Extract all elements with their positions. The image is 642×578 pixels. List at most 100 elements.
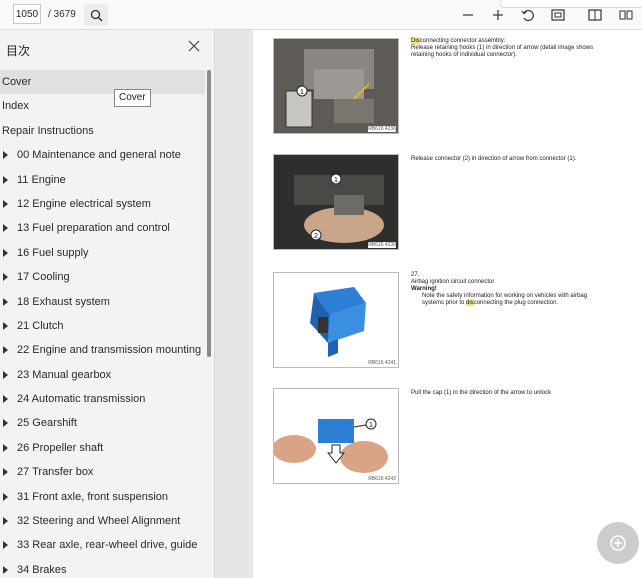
- floating-action-button[interactable]: [597, 522, 639, 564]
- toc-item-label: Index: [2, 100, 29, 113]
- step-line: retaining hooks of individual connector)…: [411, 52, 517, 58]
- figure-connector-assembly: 1 RB616 4236: [273, 38, 399, 134]
- toc-item[interactable]: 34 Brakes: [0, 558, 205, 578]
- toc-item[interactable]: 11 Engine: [0, 168, 205, 192]
- toc-item-label: 23 Manual gearbox: [17, 368, 112, 381]
- sidebar-scrollbar[interactable]: [207, 70, 211, 357]
- expand-arrow-icon[interactable]: [3, 346, 8, 355]
- figure-pull-cap: 1 RB616 4242: [273, 388, 399, 484]
- step-line: Airbag ignition circuit connector: [411, 279, 495, 285]
- figure-code: RB616 4241: [368, 360, 396, 366]
- toc-item-label: 21 Clutch: [17, 319, 64, 332]
- toc-item[interactable]: 21 Clutch: [0, 314, 205, 338]
- sidebar-title: 目次: [6, 44, 31, 58]
- note-text: systems prior to: [422, 300, 467, 306]
- step-line: Release retaining hooks (1) in direction…: [411, 45, 594, 51]
- search-highlight: dis: [466, 300, 474, 306]
- expand-arrow-icon[interactable]: [3, 273, 8, 282]
- expand-arrow-icon[interactable]: [3, 297, 8, 306]
- toc-item-label: 18 Exhaust system: [17, 295, 110, 308]
- expand-arrow-icon[interactable]: [3, 468, 8, 477]
- toc-item-label: 12 Engine electrical system: [17, 197, 151, 210]
- expand-arrow-icon[interactable]: [3, 395, 8, 404]
- expand-arrow-icon[interactable]: [3, 541, 8, 550]
- step-line: Release connector (2) in direction of ar…: [411, 156, 577, 162]
- step-text: 27. Airbag ignition circuit connector Wa…: [411, 272, 635, 307]
- toc-item[interactable]: Repair Instructions: [0, 119, 205, 143]
- toc-item[interactable]: 27 Transfer box: [0, 460, 205, 484]
- toc-item[interactable]: 13 Fuel preparation and control: [0, 216, 205, 240]
- toc-item[interactable]: 22 Engine and transmission mounting: [0, 338, 205, 362]
- toc-item-label: 22 Engine and transmission mounting: [17, 344, 202, 357]
- step-heading-rest: connecting connector assembly:: [419, 38, 506, 44]
- expand-arrow-icon[interactable]: [3, 492, 8, 501]
- toc-list: Cover Index Repair Instructions 00 Maintena…: [0, 70, 205, 578]
- tooltip: Cover: [114, 89, 151, 107]
- toc-item-label: 32 Steering and Wheel Alignment: [17, 515, 181, 528]
- toc-item[interactable]: Cover: [0, 70, 205, 95]
- toc-item[interactable]: 00 Maintenance and general note: [0, 143, 205, 167]
- figure-airbag-connector: RB616 4241: [273, 272, 399, 368]
- expand-arrow-icon[interactable]: [3, 224, 8, 233]
- toc-item[interactable]: 25 Gearshift: [0, 411, 205, 435]
- warning-label: Warning!: [411, 286, 437, 292]
- step-line: Pull the cap (1) in the direction of the…: [411, 390, 552, 396]
- toc-item[interactable]: Index: [0, 94, 205, 118]
- toc-item[interactable]: 23 Manual gearbox: [0, 363, 205, 387]
- page-total: / 3679: [48, 9, 76, 20]
- toc-item-label: 13 Fuel preparation and control: [17, 222, 170, 235]
- toc-item[interactable]: 18 Exhaust system: [0, 290, 205, 314]
- step-heading: Disconnecting connector assembly:: [411, 38, 635, 45]
- toc-item[interactable]: 24 Automatic transmission: [0, 387, 205, 411]
- close-icon[interactable]: [186, 40, 202, 56]
- toc-item[interactable]: 31 Front axle, front suspension: [0, 485, 205, 509]
- toc-item[interactable]: 17 Cooling: [0, 265, 205, 289]
- svg-text:1: 1: [300, 89, 304, 96]
- document-page: 1 RB616 4236 Disconnecting connector ass…: [253, 30, 642, 578]
- toc-item[interactable]: 32 Steering and Wheel Alignment: [0, 509, 205, 533]
- page-number-input[interactable]: 1050: [13, 4, 41, 24]
- expand-arrow-icon[interactable]: [3, 517, 8, 526]
- step-line: 27.: [411, 272, 420, 278]
- minus-icon[interactable]: [456, 4, 480, 26]
- step-text: Disconnecting connector assembly: Releas…: [411, 38, 635, 59]
- note-text: connecting the plug connection.: [473, 300, 559, 306]
- toc-item-label: 26 Propeller shaft: [17, 441, 104, 454]
- svg-text:1: 1: [334, 177, 338, 184]
- figure-code: RB616 4230: [368, 242, 396, 248]
- toc-item[interactable]: 12 Engine electrical system: [0, 192, 205, 216]
- toc-item-label: 16 Fuel supply: [17, 246, 89, 259]
- figure-release-connector: 1 2 RB616 4230: [273, 154, 399, 250]
- toc-item-label: 33 Rear axle, rear-wheel drive, guide: [17, 539, 198, 552]
- note-line: Note the safety information for working …: [422, 293, 588, 299]
- toc-item-label: Repair Instructions: [2, 124, 94, 137]
- expand-arrow-icon[interactable]: [3, 370, 8, 379]
- note-line: systems prior to disconnecting the plug …: [411, 300, 635, 307]
- expand-arrow-icon[interactable]: [3, 199, 8, 208]
- toc-item-label: 27 Transfer box: [17, 466, 94, 479]
- expand-arrow-icon[interactable]: [3, 321, 8, 330]
- toc-item-label: 34 Brakes: [17, 563, 67, 576]
- toc-sidebar: 目次 Cover Index Repair Instructions 00 Maint…: [0, 30, 215, 578]
- flyout-panel: [500, 0, 642, 8]
- expand-arrow-icon[interactable]: [3, 175, 8, 184]
- expand-arrow-icon[interactable]: [3, 565, 8, 574]
- toc-item-label: 31 Front axle, front suspension: [17, 490, 169, 503]
- expand-arrow-icon[interactable]: [3, 419, 8, 428]
- figure-code: RB616 4236: [368, 126, 396, 132]
- toc-item-label: 11 Engine: [17, 173, 66, 186]
- search-icon[interactable]: [84, 4, 108, 26]
- expand-arrow-icon[interactable]: [3, 151, 8, 160]
- toc-item[interactable]: 26 Propeller shaft: [0, 436, 205, 460]
- expand-arrow-icon[interactable]: [3, 443, 8, 452]
- figure-code: RB616 4242: [368, 476, 396, 482]
- toc-item-label: 24 Automatic transmission: [17, 393, 146, 406]
- svg-text:1: 1: [369, 422, 373, 429]
- toc-item[interactable]: 33 Rear axle, rear-wheel drive, guide: [0, 533, 205, 557]
- toc-item[interactable]: 16 Fuel supply: [0, 241, 205, 265]
- toolbar: 1050 / 3679: [0, 0, 642, 30]
- toc-item-label: Cover: [2, 76, 32, 88]
- toc-item-label: 00 Maintenance and general note: [17, 149, 181, 162]
- search-highlight: Dis: [411, 38, 420, 44]
- expand-arrow-icon[interactable]: [3, 248, 8, 257]
